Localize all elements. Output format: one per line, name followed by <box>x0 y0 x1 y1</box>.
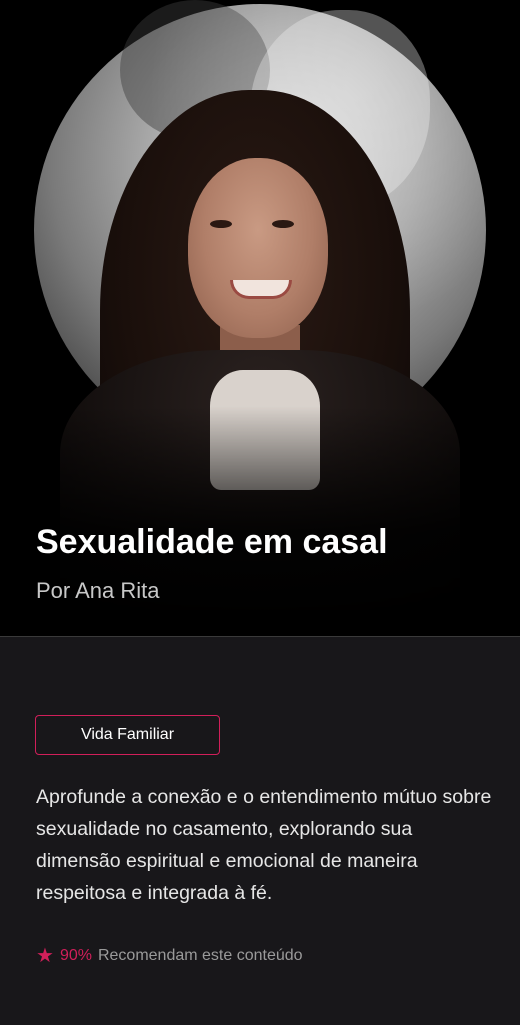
star-icon: ★ <box>36 945 54 967</box>
rating-percent: 90% <box>59 947 92 964</box>
rating-text: Recomendam este conteúdo <box>97 947 303 964</box>
course-details-panel: Vida Familiar Aprofunde a conexão e o en… <box>0 636 520 1025</box>
portrait-right-eye <box>272 220 294 228</box>
portrait-face <box>188 158 328 338</box>
course-header: Sexualidade em casal Por Ana Rita <box>36 520 484 606</box>
hero-banner: Sexualidade em casal Por Ana Rita <box>0 0 520 636</box>
portrait-smile <box>230 280 292 299</box>
portrait-left-eye <box>210 220 232 228</box>
course-author: Por Ana Rita <box>36 578 160 603</box>
course-description: Aprofunde a conexão e o entendimento mút… <box>36 786 492 904</box>
category-tag[interactable]: Vida Familiar <box>35 715 220 755</box>
course-title: Sexualidade em casal <box>36 523 388 561</box>
recommendation-rating: ★ 90% Recomendam este conteúdo <box>36 945 303 967</box>
